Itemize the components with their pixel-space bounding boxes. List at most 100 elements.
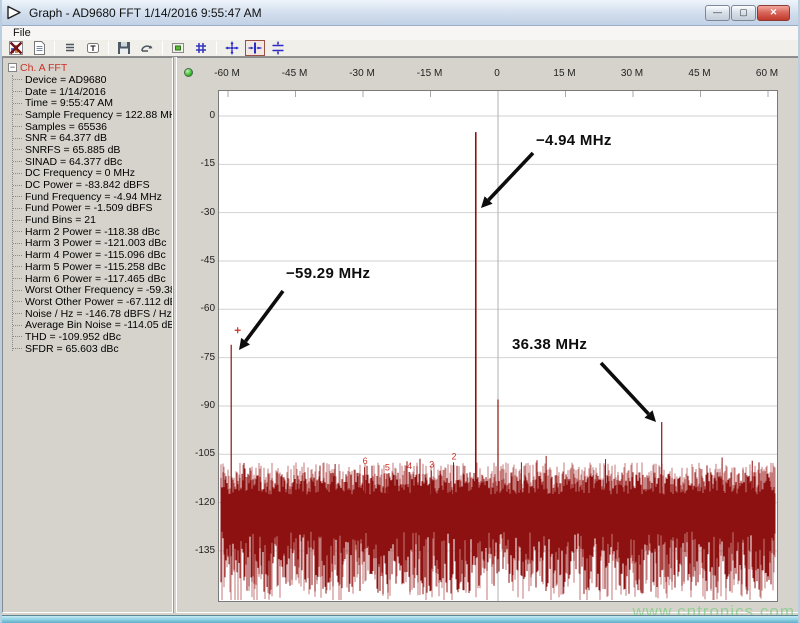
menu-bar: File <box>2 26 798 40</box>
tree-branch-line <box>13 103 22 104</box>
x-tick-label: -15 M <box>417 68 443 80</box>
tree-item[interactable]: SFDR = 65.603 dBc <box>6 343 172 355</box>
y-tick-label: -135 <box>179 545 215 556</box>
tree-item[interactable]: Fund Bins = 21 <box>6 214 172 226</box>
save-button[interactable] <box>114 40 134 56</box>
tree-item[interactable]: SNRFS = 65.885 dB <box>6 144 172 156</box>
tree-item-label: Harm 5 Power = -115.258 dBc <box>25 261 166 273</box>
tree-root-label: Ch. A FFT <box>20 62 67 74</box>
tree-item[interactable]: DC Frequency = 0 MHz <box>6 168 172 180</box>
tree-item[interactable]: Fund Power = -1.509 dBFS <box>6 203 172 215</box>
toolbar-separator <box>162 41 163 55</box>
tree-branch-line <box>13 185 22 186</box>
tree-item-label: SINAD = 64.377 dBc <box>25 156 122 168</box>
tree-item-label: SNR = 64.377 dB <box>25 132 107 144</box>
peak-annotation: −59.29 MHz <box>286 265 370 282</box>
window-bottom-border <box>0 615 800 623</box>
fit-horizontal-button[interactable] <box>245 40 265 56</box>
tree-branch-line <box>13 149 22 150</box>
x-tick-label: 45 M <box>688 68 710 80</box>
y-tick-label: -60 <box>179 303 215 314</box>
autoscale-icon <box>224 40 240 56</box>
fft-plot-canvas[interactable]: 23456 <box>219 91 777 601</box>
harmonic-marker-label: 3 <box>429 459 434 469</box>
tree-item[interactable]: Average Bin Noise = -114.05 dBFS <box>6 319 172 331</box>
cursor-label-button[interactable] <box>83 40 103 56</box>
legend-toggle-button[interactable] <box>168 40 188 56</box>
tree-item-label: Harm 3 Power = -121.003 dBc <box>25 237 167 249</box>
tree-item[interactable]: DC Power = -83.842 dBFS <box>6 179 172 191</box>
delete-graph-button[interactable] <box>6 40 26 56</box>
cursor-label-icon <box>85 40 101 56</box>
grid-toggle-button[interactable] <box>191 40 211 56</box>
toolbar-separator <box>216 41 217 55</box>
tree-item[interactable]: Date = 1/14/2016 <box>6 86 172 98</box>
maximize-button[interactable]: ▢ <box>731 5 756 21</box>
tree-item[interactable]: SINAD = 64.377 dBc <box>6 156 172 168</box>
list-button[interactable] <box>60 40 80 56</box>
tree-guide-line <box>12 75 13 351</box>
tree-item-label: SFDR = 65.603 dBc <box>25 343 119 355</box>
tree-branch-line <box>13 161 22 162</box>
x-tick-label: 60 M <box>756 68 778 80</box>
tree-branch-line <box>13 126 22 127</box>
tree-branch-line <box>13 220 22 221</box>
tree-item-label: Date = 1/14/2016 <box>25 86 106 98</box>
report-icon <box>31 40 47 56</box>
fit-horizontal-icon <box>247 40 263 56</box>
tree-item[interactable]: Fund Frequency = -4.94 MHz <box>6 191 172 203</box>
tree-item[interactable]: Harm 6 Power = -117.465 dBc <box>6 273 172 285</box>
title-bar[interactable]: Graph - AD9680 FFT 1/14/2016 9:55:47 AM … <box>0 0 800 26</box>
tree-branch-line <box>13 173 22 174</box>
tree-item[interactable]: Noise / Hz = -146.78 dBFS / Hz <box>6 308 172 320</box>
autoscale-button[interactable] <box>222 40 242 56</box>
tree-item[interactable]: Harm 3 Power = -121.003 dBc <box>6 238 172 250</box>
tree-item-label: DC Frequency = 0 MHz <box>25 167 135 179</box>
x-tick-label: 30 M <box>621 68 643 80</box>
tree-item[interactable]: Harm 5 Power = -115.258 dBc <box>6 261 172 273</box>
y-tick-label: 0 <box>179 110 215 121</box>
tree-item-label: Average Bin Noise = -114.05 dBFS <box>25 319 173 331</box>
close-button[interactable]: ✕ <box>757 5 790 21</box>
y-tick-label: -30 <box>179 207 215 218</box>
legend-icon <box>170 40 186 56</box>
grid-icon <box>193 40 209 56</box>
minimize-button[interactable]: — <box>705 5 730 21</box>
menu-file[interactable]: File <box>9 27 35 39</box>
tree-item[interactable]: Harm 4 Power = -115.096 dBc <box>6 249 172 261</box>
results-tree-panel: −Ch. A FFTDevice = AD9680Date = 1/14/201… <box>2 57 173 613</box>
tree-item[interactable]: SNR = 64.377 dB <box>6 132 172 144</box>
list-icon <box>62 40 78 56</box>
tree-item-label: Sample Frequency = 122.88 MHz <box>25 109 173 121</box>
tree-branch-line <box>13 243 22 244</box>
tree-item-label: THD = -109.952 dBc <box>25 331 121 343</box>
report-button[interactable] <box>29 40 49 56</box>
tree-item[interactable]: Worst Other Power = -67.112 dBFS <box>6 296 172 308</box>
tree-item-label: Harm 6 Power = -117.465 dBc <box>25 273 166 285</box>
tree-item-label: Samples = 65536 <box>25 121 107 133</box>
y-tick-label: -90 <box>179 400 215 411</box>
collapse-icon[interactable]: − <box>8 63 17 72</box>
toolbar <box>2 40 798 57</box>
tree-branch-line <box>13 79 22 80</box>
tree-branch-line <box>13 196 22 197</box>
tree-root[interactable]: −Ch. A FFT <box>6 61 172 74</box>
fit-vertical-button[interactable] <box>268 40 288 56</box>
tree-item[interactable]: Time = 9:55:47 AM <box>6 97 172 109</box>
x-tick-label: 0 <box>494 68 500 80</box>
plot-panel: -60 M-45 M-30 M-15 M015 M30 M45 M60 M 0-… <box>177 57 798 613</box>
toolbar-separator <box>108 41 109 55</box>
fft-plot[interactable]: 23456 <box>218 90 778 602</box>
tree-item[interactable]: Worst Other Frequency = -59.38 MHz <box>6 284 172 296</box>
export-button[interactable] <box>137 40 157 56</box>
x-tick-label: -60 M <box>214 68 240 80</box>
tree-item[interactable]: Samples = 65536 <box>6 121 172 133</box>
delete-graph-icon <box>8 40 24 56</box>
tree-item[interactable]: THD = -109.952 dBc <box>6 331 172 343</box>
tree-item[interactable]: Device = AD9680 <box>6 74 172 86</box>
tree-item-label: SNRFS = 65.885 dB <box>25 144 120 156</box>
tree-item[interactable]: Harm 2 Power = -118.38 dBc <box>6 226 172 238</box>
status-led-icon <box>184 68 193 77</box>
tree-item[interactable]: Sample Frequency = 122.88 MHz <box>6 109 172 121</box>
x-tick-label: -30 M <box>349 68 375 80</box>
